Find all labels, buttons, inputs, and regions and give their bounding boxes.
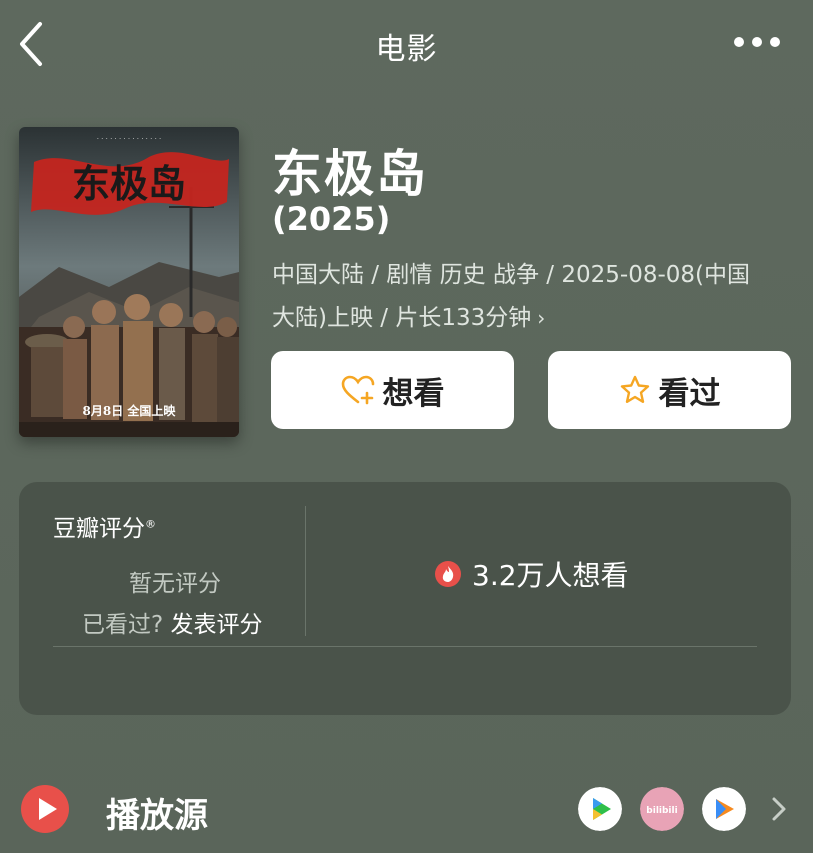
horizontal-divider (53, 646, 757, 647)
page-title: 电影 (375, 32, 438, 67)
svg-text:· · · · · · · · · · · · · · ·: · · · · · · · · · · · · · · · (97, 135, 162, 143)
heart-plus-icon (341, 375, 374, 405)
want-to-watch-label: 想看 (382, 375, 445, 412)
play-source-row[interactable]: 播放源 bilibili (0, 770, 813, 850)
watched-button[interactable]: 看过 (548, 351, 791, 429)
play-source-label: 播放源 (106, 796, 208, 836)
douban-rating-label: 豆瓣评分® (53, 509, 156, 543)
meta-line-1: 中国大陆 / 剧情 历史 战争 / 2025-08-08(中国 (272, 262, 751, 288)
movie-meta-info[interactable]: 中国大陆 / 剧情 历史 战争 / 2025-08-08(中国 大陆)上映 / … (272, 254, 792, 340)
want-to-watch-button[interactable]: 想看 (271, 351, 514, 429)
meta-line-2-row: 大陆)上映 / 片长133分钟 › (272, 297, 792, 340)
poster-title-art: 东极岛 (72, 161, 186, 206)
meta-line-2: 大陆)上映 / 片长133分钟 (272, 305, 532, 331)
movie-year: (2025) (272, 200, 391, 238)
rating-label-text: 豆瓣评分 (53, 516, 145, 542)
registered-mark: ® (145, 517, 156, 531)
movie-poster[interactable]: 东极岛 · · · · · · · · · · · · · · · 8月8日 全… (19, 127, 239, 437)
flame-icon (435, 561, 461, 587)
seen-question: 已看过? (82, 612, 164, 638)
movie-detail-screen: 电影 东极岛 · · · · · · · · · · · · · · · 8月8… (0, 0, 813, 853)
wish-count: 3.2万人想看 (434, 554, 629, 594)
tencent-video-icon[interactable] (702, 787, 746, 831)
top-nav: 电影 (0, 0, 813, 90)
watched-label: 看过 (658, 375, 721, 412)
star-outline-icon (620, 375, 649, 403)
iqiyi-style-icon[interactable] (578, 787, 622, 831)
seen-question-row: 已看过? 发表评分 (82, 605, 263, 639)
post-rating-link[interactable]: 发表评分 (171, 612, 263, 638)
vertical-divider (305, 506, 306, 636)
more-button[interactable] (733, 32, 783, 52)
movie-title: 东极岛 (272, 145, 428, 203)
more-dots-icon (734, 37, 780, 47)
chevron-right-icon (772, 797, 786, 821)
bilibili-icon[interactable]: bilibili (640, 787, 684, 831)
poster-release-text: 8月8日 全国上映 (83, 403, 177, 418)
rating-card: 豆瓣评分® 暂无评分 已看过? 发表评分 3.2万人想看 (19, 482, 791, 715)
play-circle-icon (21, 785, 69, 833)
wish-count-text: 3.2万人想看 (472, 559, 629, 592)
bilibili-text: bilibili (646, 806, 677, 816)
no-rating-text: 暂无评分 (129, 571, 221, 597)
chevron-right-icon: › (537, 306, 546, 330)
